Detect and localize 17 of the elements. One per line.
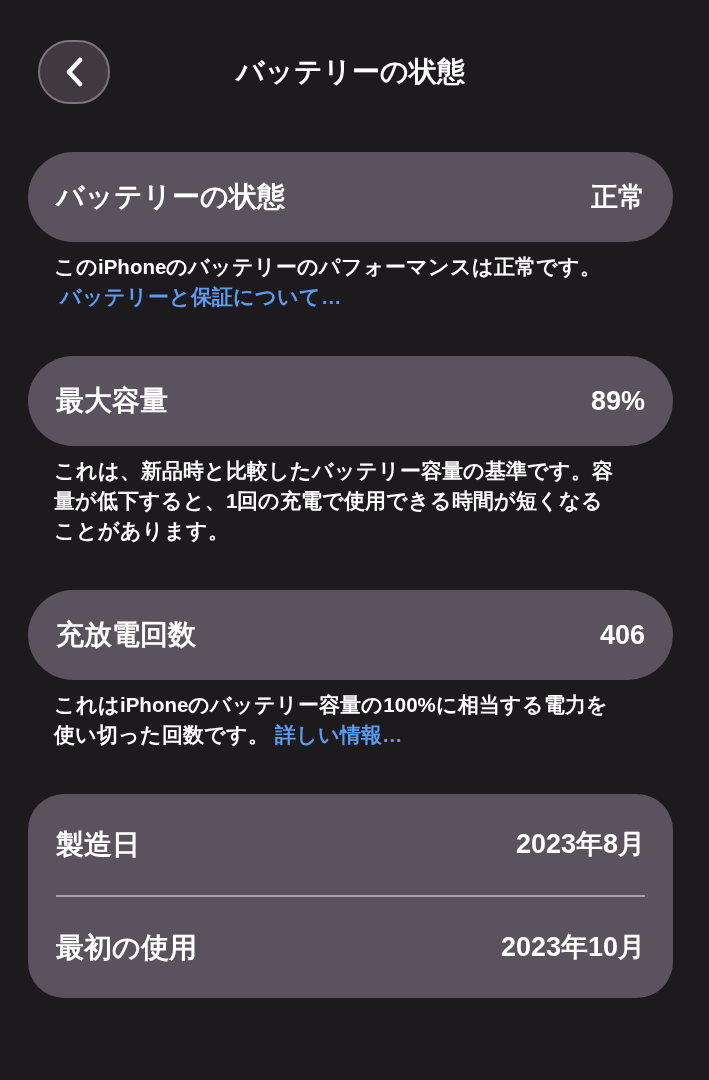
row-label: 充放電回数 [56, 618, 196, 652]
row-value: 正常 [591, 180, 645, 214]
row-label: 製造日 [56, 827, 140, 862]
row-value: 406 [599, 618, 645, 652]
row-value: 2023年8月 [515, 828, 645, 862]
info-link[interactable]: 詳しい情報… [275, 723, 403, 746]
row-value: 2023年10月 [500, 931, 645, 965]
chevron-left-icon [65, 57, 83, 87]
footer-text: これは、新品時と比較したバッテリー容量の基準です。容量が低下すると、1回の充電で使用できる時間が短くなることがあります。 [53, 458, 614, 545]
info-link[interactable]: バッテリーと保証について… [60, 285, 342, 308]
row-label: バッテリーの状態 [56, 180, 285, 214]
row-value: 89% [590, 384, 645, 418]
footer-text: このiPhoneのバッテリーのパフォーマンスは正常です。 バッテリーと保証について… [53, 254, 603, 310]
page-title: バッテリーの状態 [234, 58, 466, 86]
footer-text: これはiPhoneのバッテリー容量の100%に相当する電力を使い切った回数です。 詳しい情報… [52, 692, 609, 748]
row-label: 最初の使用 [56, 930, 197, 965]
row-label: 最大容量 [56, 384, 168, 418]
